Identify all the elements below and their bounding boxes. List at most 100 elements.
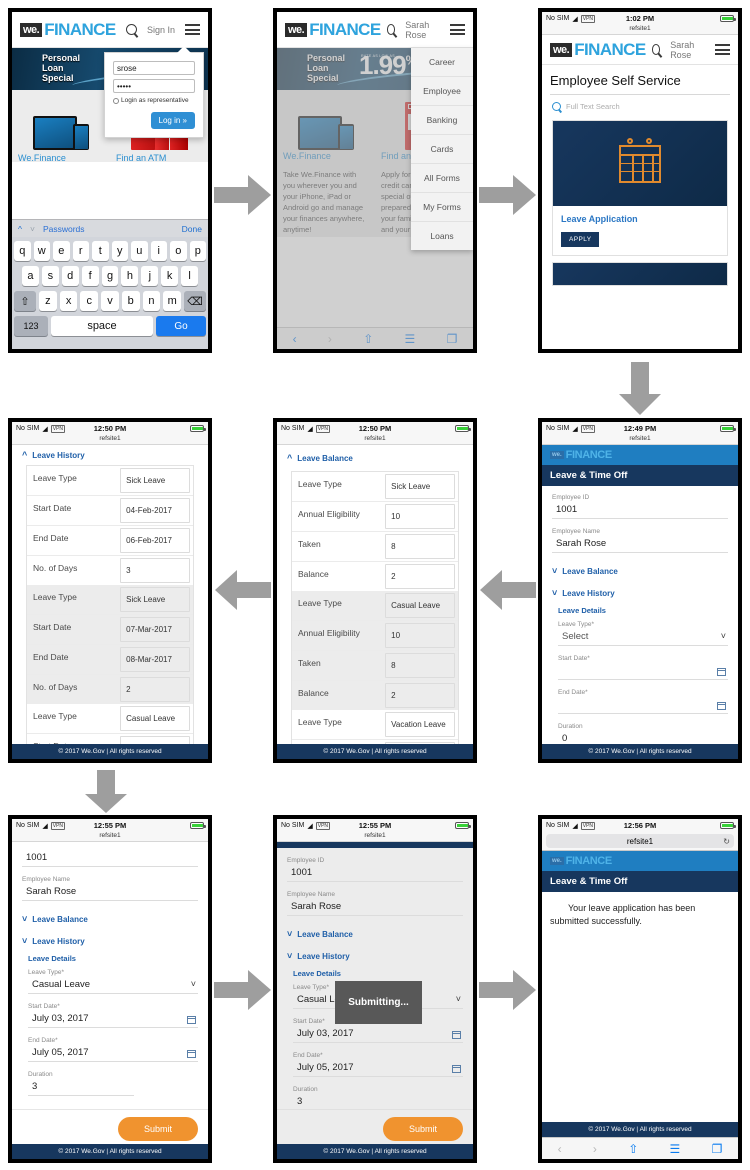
cell-value[interactable]: 04-Feb-2017 bbox=[120, 498, 190, 523]
chevron-down-icon[interactable]: ˅ bbox=[30, 224, 35, 234]
search-input-placeholder[interactable]: Full Text Search bbox=[566, 102, 620, 111]
nav-item-my-forms[interactable]: My Forms bbox=[411, 193, 473, 222]
key-t[interactable]: t bbox=[92, 241, 109, 261]
cell-value[interactable]: 8 bbox=[385, 534, 455, 559]
sign-in-link[interactable]: Sign In bbox=[147, 25, 175, 35]
cell-value[interactable]: 2 bbox=[385, 564, 455, 589]
accordion-leave-balance[interactable]: ˅ Leave Balance bbox=[552, 558, 728, 580]
duration-value-8[interactable]: 3 bbox=[293, 1096, 399, 1107]
accordion-leave-history-6[interactable]: ^ Leave History bbox=[12, 445, 208, 463]
chevron-down-icon-balance[interactable]: ˅ bbox=[552, 566, 557, 576]
start-date-field-7[interactable]: Start Date* July 03, 2017 bbox=[28, 999, 198, 1028]
chevron-down-icon-history[interactable]: ˅ bbox=[552, 588, 557, 598]
accordion-leave-balance-8[interactable]: ˅ Leave Balance bbox=[287, 921, 463, 943]
key-f[interactable]: f bbox=[81, 266, 99, 286]
end-date-value-7[interactable]: July 05, 2017 bbox=[28, 1047, 198, 1058]
chevron-up-icon-balance-5[interactable]: ^ bbox=[287, 453, 292, 463]
user-name-label-3[interactable]: Sarah Rose bbox=[670, 40, 705, 60]
employee-name-field[interactable]: Employee Name Sarah Rose bbox=[552, 524, 728, 553]
key-u[interactable]: u bbox=[131, 241, 148, 261]
calendar-icon-end-date-7[interactable] bbox=[186, 1050, 197, 1058]
chevron-up-icon[interactable]: ^ bbox=[18, 224, 22, 234]
start-date-value-7[interactable]: July 03, 2017 bbox=[28, 1013, 198, 1024]
chevron-down-icon-leave-type-8[interactable]: ˅ bbox=[456, 994, 461, 1004]
share-icon-9[interactable]: ⇧ bbox=[628, 1143, 638, 1155]
shift-key-icon[interactable]: ⇧ bbox=[13, 291, 36, 311]
start-date-value-8[interactable]: July 03, 2017 bbox=[293, 1028, 463, 1039]
calendar-icon-start-date-7[interactable] bbox=[186, 1016, 197, 1024]
space-key[interactable]: space bbox=[51, 316, 153, 336]
end-date-field[interactable]: End Date* bbox=[558, 685, 728, 714]
url-field[interactable]: refsite1 ↻ bbox=[546, 834, 734, 848]
key-g[interactable]: g bbox=[101, 266, 119, 286]
duration-value[interactable]: 0 bbox=[558, 733, 728, 744]
key-a[interactable]: a bbox=[22, 266, 39, 286]
chevron-down-icon-leave-type-7[interactable]: ˅ bbox=[191, 979, 196, 989]
key-v[interactable]: v bbox=[101, 291, 119, 311]
brand-logo[interactable]: we. FINANCE bbox=[20, 20, 116, 40]
leave-type-value-7[interactable]: Casual Leave bbox=[28, 979, 198, 990]
nav-item-loans[interactable]: Loans bbox=[411, 222, 473, 250]
cell-value[interactable]: Sick Leave bbox=[120, 468, 190, 493]
nav-item-employee[interactable]: Employee bbox=[411, 77, 473, 106]
full-text-search-row[interactable]: Full Text Search bbox=[542, 95, 738, 118]
cell-value[interactable]: 8 bbox=[385, 653, 455, 678]
cell-value[interactable]: 06-Feb-2017 bbox=[120, 528, 190, 553]
duration-field-7[interactable]: Duration 3 bbox=[28, 1067, 134, 1096]
key-o[interactable]: o bbox=[170, 241, 187, 261]
duration-field[interactable]: Duration 0 bbox=[558, 719, 728, 747]
search-icon-3[interactable] bbox=[651, 44, 661, 55]
cell-value[interactable]: Sick Leave bbox=[120, 587, 190, 612]
search-icon-ess[interactable] bbox=[552, 102, 561, 111]
chevron-down-icon-history-8[interactable]: ˅ bbox=[287, 951, 292, 961]
nav-item-banking[interactable]: Banking bbox=[411, 106, 473, 135]
key-e[interactable]: e bbox=[53, 241, 70, 261]
key-m[interactable]: m bbox=[163, 291, 182, 311]
tabs-icon-9[interactable]: ❐ bbox=[712, 1143, 723, 1155]
chevron-down-icon-history-7[interactable]: ˅ bbox=[22, 936, 27, 946]
employee-name-value[interactable]: Sarah Rose bbox=[552, 538, 728, 549]
login-as-representative-row[interactable]: Login as representative bbox=[113, 97, 195, 104]
key-q[interactable]: q bbox=[14, 241, 31, 261]
start-date-field[interactable]: Start Date* bbox=[558, 651, 728, 680]
employee-name-value-7[interactable]: Sarah Rose bbox=[22, 886, 198, 897]
accordion-leave-balance-7[interactable]: ˅ Leave Balance bbox=[22, 906, 198, 928]
cell-value[interactable]: Casual Leave bbox=[120, 706, 190, 731]
employee-id-field-8[interactable]: Employee ID 1001 bbox=[287, 853, 463, 882]
hamburger-menu-icon-3[interactable] bbox=[715, 44, 730, 55]
log-in-button[interactable]: Log in » bbox=[150, 112, 195, 129]
key-w[interactable]: w bbox=[33, 241, 50, 261]
promo-tile-wefinance[interactable] bbox=[12, 94, 110, 150]
leave-type-field[interactable]: Leave Type* Select ˅ bbox=[558, 617, 728, 646]
key-d[interactable]: d bbox=[61, 266, 79, 286]
employee-id-value-7[interactable]: 1001 bbox=[22, 852, 198, 863]
key-y[interactable]: y bbox=[111, 241, 128, 261]
end-date-value-8[interactable]: July 05, 2017 bbox=[293, 1062, 463, 1073]
bookmarks-icon-9[interactable]: ☰ bbox=[670, 1143, 681, 1155]
nav-item-career[interactable]: Career bbox=[411, 48, 473, 77]
reload-icon[interactable]: ↻ bbox=[723, 837, 730, 846]
start-date-value[interactable] bbox=[558, 665, 728, 676]
employee-id-value-8[interactable]: 1001 bbox=[287, 867, 463, 878]
hamburger-menu-icon[interactable] bbox=[185, 24, 200, 35]
chevron-down-icon-balance-7[interactable]: ˅ bbox=[22, 914, 27, 924]
cell-value[interactable]: 10 bbox=[385, 504, 455, 529]
keyboard-done-button[interactable]: Done bbox=[182, 224, 202, 234]
cell-value[interactable]: 10 bbox=[385, 623, 455, 648]
calendar-icon-end-date[interactable] bbox=[716, 702, 727, 710]
key-i[interactable]: i bbox=[150, 241, 167, 261]
key-h[interactable]: h bbox=[121, 266, 139, 286]
key-r[interactable]: r bbox=[72, 241, 89, 261]
employee-id-value[interactable]: 1001 bbox=[552, 504, 728, 515]
nav-item-cards[interactable]: Cards bbox=[411, 135, 473, 164]
end-date-field-8[interactable]: End Date* July 05, 2017 bbox=[293, 1048, 463, 1077]
key-p[interactable]: p bbox=[189, 241, 206, 261]
key-x[interactable]: x bbox=[59, 291, 78, 311]
search-icon-2[interactable] bbox=[386, 24, 396, 35]
chevron-up-icon-history-6[interactable]: ^ bbox=[22, 450, 27, 460]
employee-name-field-8[interactable]: Employee Name Sarah Rose bbox=[287, 887, 463, 916]
cell-value[interactable]: Vacation Leave bbox=[385, 712, 455, 737]
leave-type-value[interactable]: Select bbox=[558, 631, 728, 642]
key-j[interactable]: j bbox=[141, 266, 159, 286]
numbers-key[interactable]: 123 bbox=[14, 316, 48, 336]
